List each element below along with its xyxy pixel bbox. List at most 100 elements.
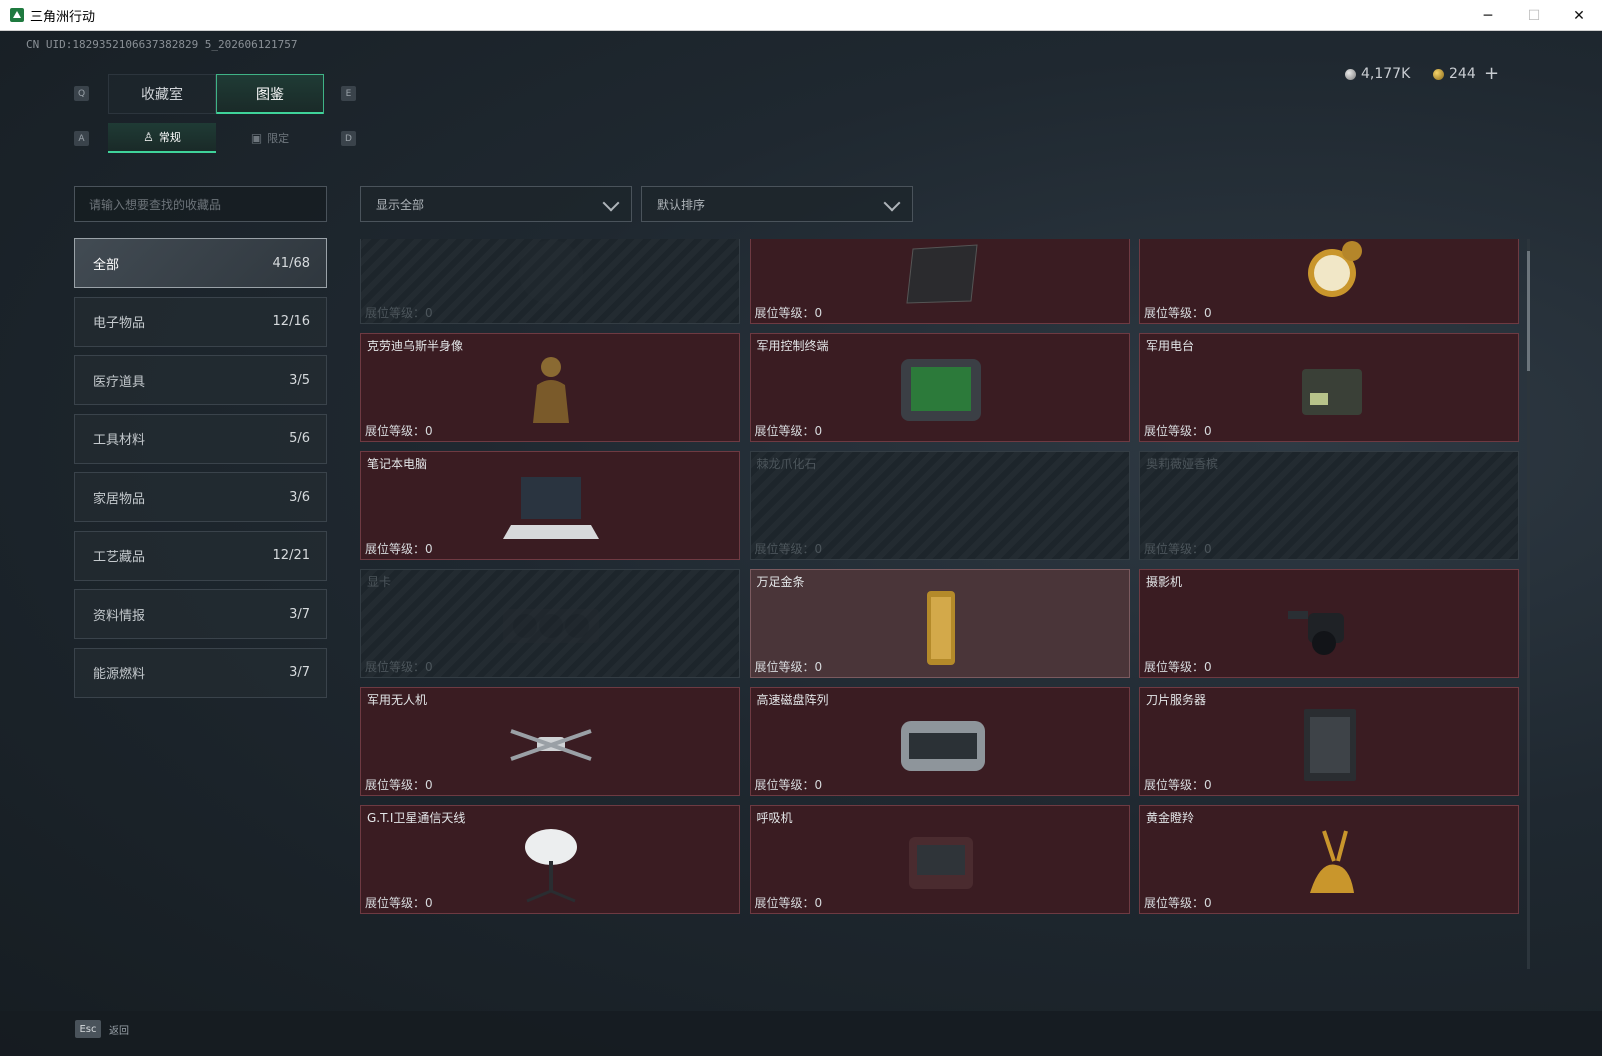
collectible-image	[501, 239, 601, 313]
bottom-bar	[0, 1011, 1602, 1056]
sort-dropdown[interactable]: 默认排序	[641, 186, 913, 222]
collectible-card[interactable]: 棘龙爪化石 展位等级：0	[749, 451, 1130, 560]
booth-level: 展位等级：0	[754, 896, 823, 910]
collectible-name: 军用无人机	[367, 693, 428, 707]
category-item[interactable]: 医疗道具 3/5	[74, 355, 327, 405]
collectible-name: 奥莉薇娅香槟	[1146, 457, 1219, 471]
key-d-hint: D	[341, 131, 356, 146]
category-label: 能源燃料	[93, 667, 146, 682]
collectible-image	[501, 703, 601, 785]
category-label: 全部	[93, 257, 120, 273]
collectible-image	[891, 821, 991, 903]
category-label: 家居物品	[93, 491, 146, 507]
booth-level: 展位等级：0	[1144, 424, 1212, 438]
booth-level: 展位等级：0	[1144, 896, 1212, 910]
booth-level: 展位等级：0	[365, 896, 433, 910]
category-item[interactable]: 工具材料 5/6	[74, 413, 327, 464]
silver-coin-icon	[1345, 68, 1356, 80]
category-count: 5/6	[289, 431, 310, 446]
collectible-image	[1280, 239, 1380, 313]
window-title: 三角洲行动	[30, 9, 96, 25]
collectible-card[interactable]: 高速磁盘阵列 展位等级：0	[749, 687, 1130, 796]
collectible-name: 笔记本电脑	[367, 457, 428, 471]
esc-key-hint: Esc	[75, 1020, 101, 1038]
booth-level: 展位等级：0	[754, 306, 823, 320]
collectible-card[interactable]: 显卡 展位等级：0	[360, 569, 740, 678]
collectible-image	[501, 467, 601, 549]
silver-currency: 4,177K	[1345, 66, 1410, 82]
collectible-image	[1280, 585, 1380, 667]
category-item[interactable]: 能源燃料 3/7	[74, 647, 327, 698]
scrollbar-thumb[interactable]	[1527, 251, 1530, 371]
tab-limited[interactable]: ▣ 限定	[216, 123, 324, 153]
booth-level: 展位等级：0	[365, 778, 433, 792]
booth-level: 展位等级：0	[1144, 306, 1212, 320]
collectible-name: 高速磁盘阵列	[756, 693, 829, 707]
category-item[interactable]: 资料情报 3/7	[74, 589, 327, 639]
collectible-card[interactable]: 呼吸机 展位等级：0	[749, 805, 1130, 914]
key-e-hint: E	[341, 86, 356, 101]
collectible-card[interactable]: 笔记本电脑 展位等级：0	[360, 451, 740, 560]
collectible-card[interactable]: 万足金条 展位等级：0	[749, 569, 1130, 678]
tab-limited-label: 限定	[267, 132, 290, 145]
collectible-card[interactable]: 军用电台 展位等级：0	[1139, 333, 1519, 442]
tab-catalog[interactable]: 图鉴	[216, 74, 324, 114]
category-count: 3/6	[289, 489, 310, 505]
window-titlebar: 三角洲行动 ─ ☐ ✕	[0, 0, 1602, 31]
collectible-card[interactable]: 赛伊德的怀表展位等级：0	[1139, 239, 1519, 324]
collectible-card[interactable]: G.T.I卫星通信天线 展位等级：0	[360, 805, 740, 914]
silver-amount: 4,177K	[1361, 66, 1411, 82]
collectible-name: 克劳迪乌斯半身像	[367, 339, 464, 353]
close-icon[interactable]: ✕	[1556, 0, 1602, 31]
category-count: 41/68	[272, 255, 310, 271]
item-grid: 展位等级：0 展位等级：0 展位等级：0 实验数据展位等级：0强化碳纤维板展位等级：0…	[360, 239, 1540, 969]
tab-collection-room[interactable]: 收藏室	[108, 74, 216, 114]
collectible-image	[501, 585, 601, 667]
app-logo-icon	[10, 8, 24, 22]
category-item[interactable]: 家居物品 3/6	[74, 472, 327, 522]
collectible-card[interactable]: 刀片服务器 展位等级：0	[1139, 687, 1519, 796]
category-list: 全部 41/68 电子物品 12/16 医疗道具 3/5 工具材料 5/6 家居物品 3/6 工艺藏…	[74, 238, 327, 706]
category-label: 医疗道具	[93, 374, 146, 390]
category-count: 3/7	[289, 606, 310, 622]
tab-regular[interactable]: ♙ 常规	[108, 123, 216, 153]
collectible-card[interactable]: 强化碳纤维板展位等级：0	[749, 239, 1130, 324]
category-label: 资料情报	[93, 608, 146, 624]
collectible-image	[1280, 349, 1380, 431]
collectible-card[interactable]: 军用控制终端 展位等级：0	[749, 333, 1130, 442]
collectible-image	[891, 703, 991, 785]
booth-level: 展位等级：0	[1144, 542, 1212, 556]
collectible-card[interactable]: 奥莉薇娅香槟 展位等级：0	[1139, 451, 1519, 560]
add-currency-button[interactable]: +	[1484, 63, 1499, 84]
search-input[interactable]: 请输入想要查找的收藏品	[74, 186, 327, 222]
category-count: 3/7	[289, 665, 310, 680]
category-item[interactable]: 全部 41/68	[74, 238, 327, 288]
collectible-image	[501, 349, 601, 431]
filter-dropdown[interactable]: 显示全部	[360, 186, 632, 222]
minimize-icon[interactable]: ─	[1465, 0, 1511, 31]
collectible-card[interactable]: 军用无人机展位等级：0	[360, 687, 740, 796]
key-q-hint: Q	[74, 86, 89, 101]
back-label: 返回	[109, 1025, 129, 1037]
collectible-image	[501, 821, 601, 903]
category-count: 12/21	[272, 548, 310, 563]
back-button[interactable]: Esc 返回	[75, 1020, 129, 1038]
maximize-icon[interactable]: ☐	[1511, 0, 1557, 31]
sort-dropdown-value: 默认排序	[657, 197, 706, 212]
category-label: 工艺藏品	[93, 550, 146, 565]
category-item[interactable]: 工艺藏品 12/21	[74, 530, 327, 581]
collectible-card[interactable]: 黄金瞪羚 展位等级：0	[1139, 805, 1519, 914]
collectible-image	[891, 349, 991, 431]
collectible-name: 摄影机	[1146, 575, 1183, 589]
category-item[interactable]: 电子物品 12/16	[74, 296, 327, 347]
collectible-card[interactable]: 实验数据展位等级：0	[360, 239, 740, 324]
gold-amount: 244	[1449, 66, 1476, 82]
booth-level: 展位等级：0	[1144, 778, 1212, 792]
filter-dropdown-value: 显示全部	[376, 197, 425, 212]
collectible-card[interactable]: 摄影机 展位等级：0	[1139, 569, 1519, 678]
image-icon: ▣	[250, 131, 263, 145]
game-viewport: CN UID:1829352106637382829 5_20260612175…	[0, 31, 1602, 1056]
collectible-card[interactable]: 克劳迪乌斯半身像 展位等级：0	[360, 333, 740, 442]
collectible-name: 军用控制终端	[756, 339, 829, 353]
gold-currency: 244	[1433, 66, 1476, 82]
